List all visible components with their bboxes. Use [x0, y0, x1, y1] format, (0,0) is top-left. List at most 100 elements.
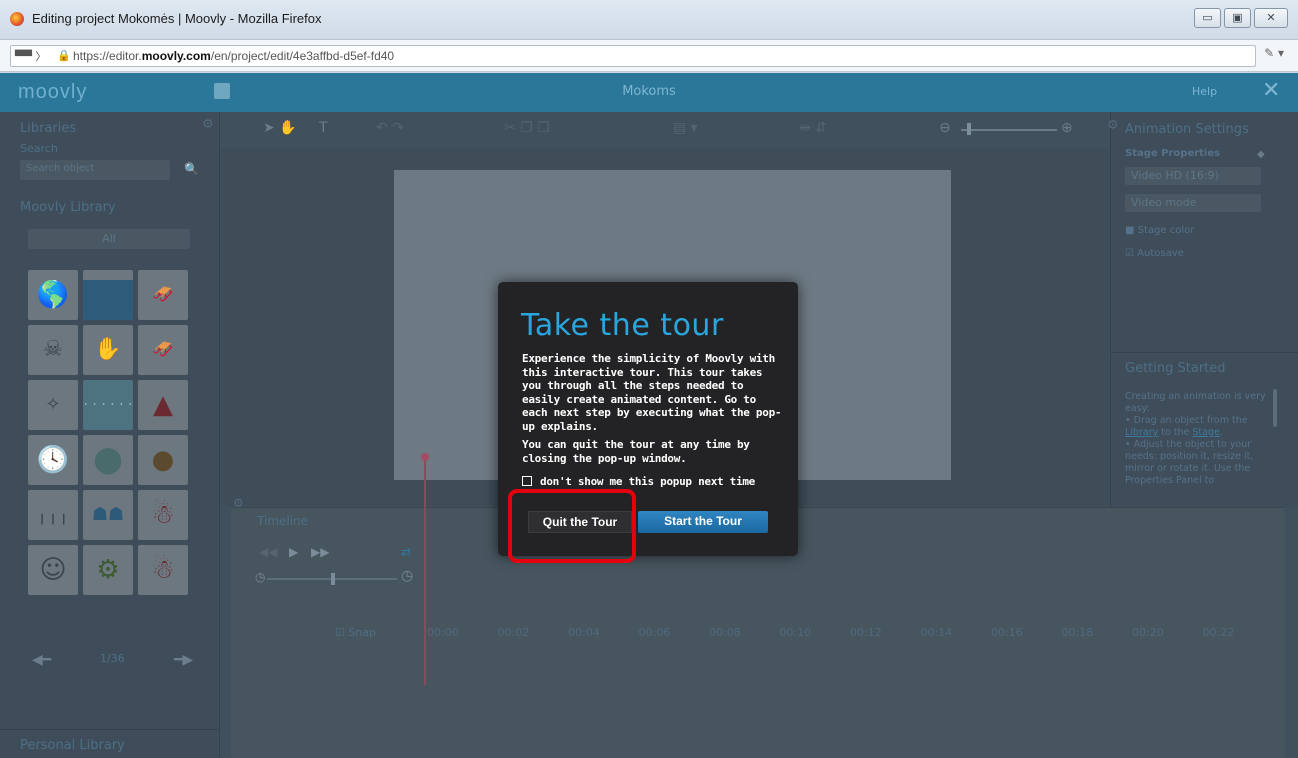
app-header: moovly Mokoms Help ✕ [0, 73, 1298, 112]
getting-started-text: Creating an animation is very easy: • Dr… [1125, 391, 1266, 486]
time-tick: 00:22 [1202, 626, 1235, 639]
dont-show-checkbox[interactable] [522, 476, 532, 486]
page-info-icon[interactable]: ▀▀ 〉 [15, 48, 46, 64]
clock-small-icon: ◷ [255, 570, 266, 584]
diamond-icon[interactable]: ◆ [1257, 149, 1265, 160]
search-label: Search [20, 142, 58, 155]
zoom-in-icon[interactable]: ⊕ [1061, 120, 1073, 136]
timeline-ruler: 00:00 00:02 00:04 00:06 00:08 00:10 00:1… [427, 626, 1273, 639]
time-tick: 00:06 [638, 626, 671, 639]
close-window-button[interactable]: ✕ [1254, 8, 1288, 28]
firefox-icon [10, 12, 24, 26]
resolution-select[interactable]: Video HD (16:9) [1125, 167, 1261, 185]
gear-icon[interactable]: ⚙ [1107, 118, 1119, 133]
page-indicator: 1/36 [100, 652, 125, 665]
play-icon[interactable]: ▶ [289, 545, 298, 559]
zoom-out-icon[interactable]: ⊖ [939, 120, 951, 136]
libraries-panel: Libraries ⚙ Search Search object 🔍 Moovl… [0, 112, 220, 758]
undo-redo-icon[interactable]: ↶ ↷ [376, 120, 404, 136]
speed-slider-knob[interactable] [331, 573, 335, 585]
library-item-clock[interactable]: 🕓 [28, 435, 78, 485]
snap-checkbox[interactable]: ☑ Snap [335, 626, 376, 639]
stage-color-option[interactable]: ■ Stage color [1125, 225, 1194, 236]
address-bar[interactable]: ▀▀ 〉 🔒 https://editor.moovly.com/en/proj… [10, 45, 1256, 67]
library-item-hand-wash[interactable]: ✋ [83, 325, 133, 375]
library-item-gears[interactable]: ⚙ [83, 545, 133, 595]
stage-properties-label: Stage Properties [1125, 148, 1221, 159]
library-item-santa[interactable]: ☃ [138, 545, 188, 595]
library-item-sleigh[interactable]: 🛷 [138, 270, 188, 320]
libraries-title: Libraries [20, 121, 77, 136]
personal-library-section: Personal Library [0, 729, 220, 758]
library-item-dots[interactable]: · · · · · · [83, 380, 133, 430]
library-item-circles[interactable]: ⬤ [83, 435, 133, 485]
library-item-people-table[interactable]: ☗☗ [83, 490, 133, 540]
lock-icon: 🔒 [57, 49, 71, 62]
close-icon[interactable]: ✕ [1262, 78, 1280, 103]
dialog-description: Experience the simplicity of Moovly with… [522, 352, 782, 433]
library-item-santa[interactable]: ☃ [138, 490, 188, 540]
search-icon[interactable]: 🔍 [184, 162, 199, 176]
text-tool-icon[interactable]: T [319, 120, 328, 136]
loop-icon[interactable]: ⇄ [401, 545, 411, 559]
library-item-smiley[interactable]: ☺ [28, 545, 78, 595]
playhead[interactable] [424, 456, 426, 685]
window-controls: ▭ ▣ ✕ [1194, 8, 1288, 28]
personal-library-title[interactable]: Personal Library [20, 738, 125, 753]
library-item-water[interactable] [83, 270, 133, 320]
dialog-quit-info: You can quit the tour at any time by clo… [522, 438, 750, 465]
dialog-title: Take the tour [521, 308, 724, 343]
time-tick: 00:18 [1061, 626, 1094, 639]
gear-icon[interactable]: ⚙ [233, 496, 244, 510]
time-tick: 00:08 [709, 626, 741, 639]
video-mode-select[interactable]: Video mode [1125, 194, 1261, 212]
minimize-button[interactable]: ▭ [1194, 8, 1221, 28]
cut-copy-paste-icon[interactable]: ✂ ❐ ❐ [504, 120, 550, 136]
flip-icon[interactable]: ⇹ ⇵ [799, 120, 827, 136]
navigation-bar: ▀▀ 〉 🔒 https://editor.moovly.com/en/proj… [0, 40, 1298, 72]
time-tick: 00:04 [568, 626, 600, 639]
zoom-slider-knob[interactable] [967, 123, 971, 135]
arrow-right-icon[interactable]: ━▶ [174, 652, 193, 668]
clock-icon[interactable]: ◷ [401, 568, 413, 584]
library-link[interactable]: Library [1125, 427, 1158, 438]
zoom-slider[interactable] [961, 129, 1057, 131]
time-tick: 00:16 [991, 626, 1023, 639]
playhead-handle[interactable] [421, 453, 429, 461]
time-tick: 00:20 [1132, 626, 1164, 639]
help-link[interactable]: Help [1192, 85, 1217, 98]
fast-forward-icon[interactable]: ▶▶ [311, 545, 329, 559]
dont-show-label[interactable]: don't show me this popup next time [540, 475, 755, 488]
library-item-sack[interactable]: ● [138, 435, 188, 485]
rewind-icon[interactable]: ◀◀ [259, 545, 277, 559]
maximize-button[interactable]: ▣ [1224, 8, 1251, 28]
autosave-checkbox[interactable]: ☑ Autosave [1125, 248, 1184, 259]
library-item-sleigh[interactable]: 🛷 [138, 325, 188, 375]
align-icon[interactable]: ▤ ▾ [673, 120, 698, 136]
project-title: Mokoms [622, 84, 676, 99]
arrow-left-icon[interactable]: ◀━ [32, 652, 51, 668]
time-tick: 00:14 [920, 626, 953, 639]
category-select[interactable]: All [28, 229, 190, 249]
start-tour-button[interactable]: Start the Tour [638, 511, 768, 533]
library-item-map[interactable]: ✧ [28, 380, 78, 430]
library-item-santa-hat[interactable]: ▲ [138, 380, 188, 430]
time-tick: 00:00 [427, 626, 459, 639]
getting-started-title: Getting Started [1125, 361, 1226, 376]
menu-dropdown-icon[interactable]: ✎ ▾ [1264, 46, 1284, 60]
search-input[interactable]: Search object [20, 160, 170, 180]
moovly-library-title: Moovly Library [20, 200, 116, 215]
time-tick: 00:10 [779, 626, 812, 639]
library-item-rain[interactable]: ╷╷╷ [28, 490, 78, 540]
library-item-skeleton[interactable]: ☠ [28, 325, 78, 375]
select-tool-icon[interactable]: ➤ ✋ [263, 120, 297, 136]
window-title: Editing project Mokomės | Moovly - Mozil… [32, 11, 322, 26]
quit-button-highlight [508, 489, 636, 563]
time-tick: 00:02 [497, 626, 530, 639]
library-pager: ◀━ 1/36 ━▶ [0, 652, 220, 672]
gear-icon[interactable]: ⚙ [202, 117, 214, 132]
scrollbar[interactable] [1273, 389, 1277, 427]
animation-settings-title: Animation Settings [1125, 122, 1249, 137]
library-item-globe[interactable]: 🌎 [28, 270, 78, 320]
stage-link[interactable]: Stage [1192, 427, 1219, 438]
